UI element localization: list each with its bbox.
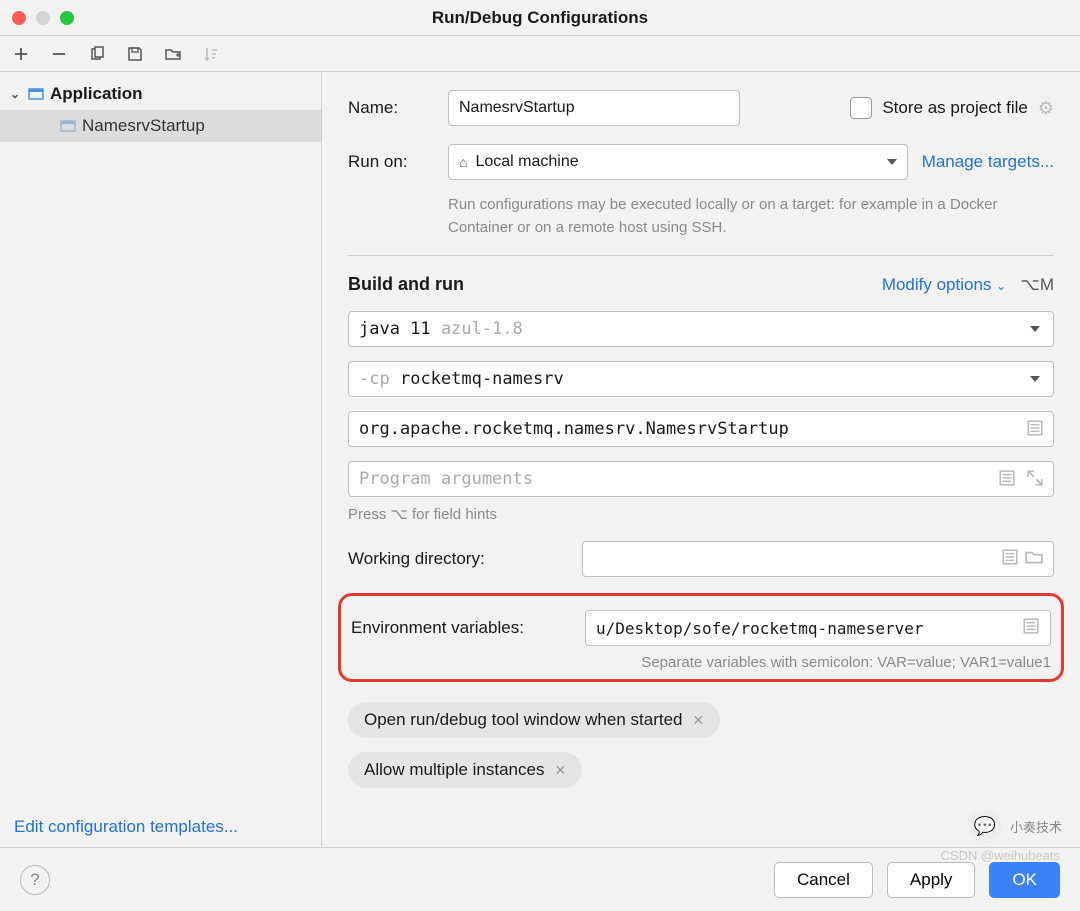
manage-targets-link[interactable]: Manage targets... <box>922 152 1054 172</box>
runon-value: Local machine <box>475 153 578 171</box>
home-icon: ⌂ <box>459 154 467 170</box>
runon-select[interactable]: ⌂ Local machine <box>448 144 908 180</box>
tree-node-label: NamesrvStartup <box>82 116 205 136</box>
chevron-down-icon <box>1030 326 1040 332</box>
gear-icon[interactable]: ⚙ <box>1038 98 1054 119</box>
chevron-down-icon <box>1030 376 1040 382</box>
cp-value: rocketmq-namesrv <box>400 369 564 389</box>
close-icon[interactable]: ✕ <box>692 712 704 729</box>
close-window-icon[interactable] <box>12 11 26 25</box>
chevron-down-icon: ⌄ <box>996 279 1006 293</box>
name-label: Name: <box>348 98 434 118</box>
expand-icon[interactable] <box>1026 469 1044 492</box>
runon-label: Run on: <box>348 152 434 172</box>
env-label: Environment variables: <box>351 618 571 638</box>
program-args-placeholder: Program arguments <box>359 469 533 489</box>
application-icon <box>28 86 44 102</box>
list-icon[interactable] <box>998 469 1016 492</box>
maximize-window-icon[interactable] <box>60 11 74 25</box>
name-input[interactable]: NamesrvStartup <box>448 90 740 126</box>
list-icon[interactable] <box>1001 548 1019 571</box>
config-tree-sidebar: ⌄ Application NamesrvStartup Edit config… <box>0 72 322 847</box>
modify-options-link[interactable]: Modify options ⌄ <box>882 275 1006 295</box>
env-hint: Separate variables with semicolon: VAR=v… <box>351 654 1051 671</box>
env-input[interactable]: u/Desktop/sofe/rocketmq-nameserver <box>585 610 1051 646</box>
main-class-value: org.apache.rocketmq.namesrv.NamesrvStart… <box>359 419 789 439</box>
apply-button[interactable]: Apply <box>887 862 976 898</box>
chevron-down-icon: ⌄ <box>10 87 22 101</box>
help-button[interactable]: ? <box>20 865 50 895</box>
titlebar: Run/Debug Configurations <box>0 0 1080 36</box>
chevron-down-icon <box>887 159 897 165</box>
close-icon[interactable]: ✕ <box>554 762 566 779</box>
remove-config-icon[interactable] <box>50 45 68 63</box>
window-title: Run/Debug Configurations <box>0 8 1080 28</box>
sort-config-icon[interactable] <box>202 45 220 63</box>
config-form: Name: NamesrvStartup Store as project fi… <box>322 72 1080 847</box>
tree-node-application[interactable]: ⌄ Application <box>0 78 321 110</box>
program-args-input[interactable]: Program arguments <box>348 461 1054 497</box>
cancel-button[interactable]: Cancel <box>774 862 873 898</box>
store-project-file-label: Store as project file <box>882 98 1028 118</box>
save-config-icon[interactable] <box>126 45 144 63</box>
field-hints: Press ⌥ for field hints <box>348 505 1054 523</box>
window-controls <box>12 11 74 25</box>
minimize-window-icon[interactable] <box>36 11 50 25</box>
ok-button[interactable]: OK <box>989 862 1060 898</box>
dialog-footer: ? Cancel Apply OK <box>0 847 1080 911</box>
chip-label: Open run/debug tool window when started <box>364 710 682 730</box>
env-value: u/Desktop/sofe/rocketmq-nameserver <box>596 619 924 638</box>
jdk-primary: java 11 <box>359 319 431 339</box>
classpath-select[interactable]: -cp rocketmq-namesrv <box>348 361 1054 397</box>
edit-templates-link[interactable]: Edit configuration templates... <box>14 817 238 836</box>
cp-prefix: -cp <box>359 369 390 389</box>
store-project-file-checkbox[interactable] <box>850 97 872 119</box>
tree-node-namesrvstartup[interactable]: NamesrvStartup <box>0 110 321 142</box>
jdk-secondary: azul-1.8 <box>441 319 523 339</box>
add-config-icon[interactable] <box>12 45 30 63</box>
modify-shortcut: ⌥M <box>1020 275 1054 295</box>
chip-allow-multiple[interactable]: Allow multiple instances ✕ <box>348 752 582 788</box>
chip-label: Allow multiple instances <box>364 760 544 780</box>
chip-open-tool-window[interactable]: Open run/debug tool window when started … <box>348 702 720 738</box>
build-and-run-title: Build and run <box>348 274 464 295</box>
list-icon[interactable] <box>1022 617 1040 639</box>
folder-icon[interactable] <box>1025 548 1043 571</box>
tree-node-label: Application <box>50 84 143 104</box>
copy-config-icon[interactable] <box>88 45 106 63</box>
sidebar-toolbar <box>0 36 1080 72</box>
application-icon <box>60 118 76 134</box>
env-highlight-box: Environment variables: u/Desktop/sofe/ro… <box>338 593 1064 682</box>
working-dir-label: Working directory: <box>348 549 568 569</box>
main-class-input[interactable]: org.apache.rocketmq.namesrv.NamesrvStart… <box>348 411 1054 447</box>
working-dir-input[interactable] <box>582 541 1054 577</box>
list-icon[interactable] <box>1026 419 1044 442</box>
runon-hint: Run configurations may be executed local… <box>448 194 1008 239</box>
folder-config-icon[interactable] <box>164 45 182 63</box>
jdk-select[interactable]: java 11 azul-1.8 <box>348 311 1054 347</box>
divider <box>348 255 1054 256</box>
